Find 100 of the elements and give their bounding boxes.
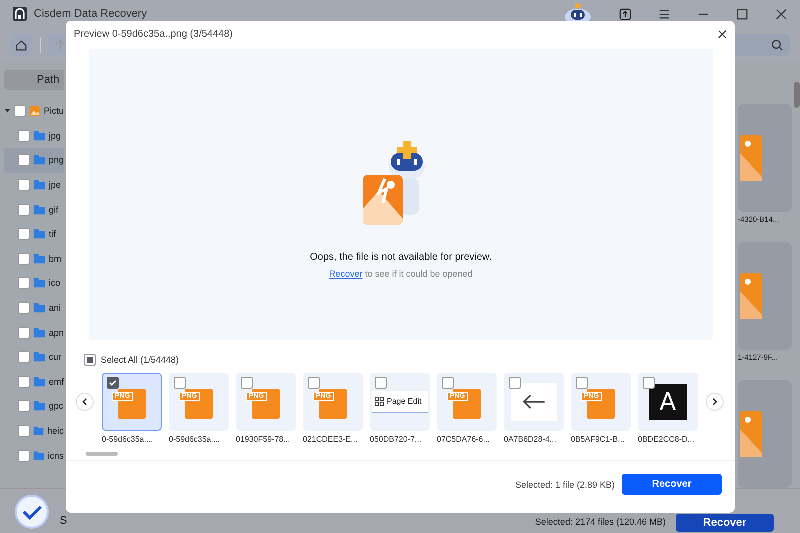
file-card[interactable] xyxy=(738,242,792,350)
image-file-icon xyxy=(740,273,762,319)
chevron-right-icon xyxy=(711,398,719,406)
chevron-left-icon xyxy=(81,398,89,406)
folder-label: icns xyxy=(48,450,64,461)
checkbox[interactable] xyxy=(375,377,387,389)
recover-link[interactable]: Recover xyxy=(329,269,363,279)
folder-row[interactable]: ico xyxy=(4,271,64,296)
letter-image-preview: A xyxy=(649,384,687,420)
folder-icon xyxy=(33,228,46,240)
checkbox[interactable] xyxy=(18,450,30,462)
folder-row[interactable]: apn xyxy=(4,320,64,345)
checkbox[interactable] xyxy=(174,377,186,389)
folder-label[interactable]: Pictu xyxy=(44,106,64,116)
upload-icon[interactable] xyxy=(619,8,632,20)
home-button[interactable] xyxy=(10,34,32,56)
folder-label: bm xyxy=(49,254,62,264)
check-circle-icon xyxy=(14,494,50,530)
checkbox[interactable] xyxy=(107,377,119,389)
maximize-icon[interactable] xyxy=(736,8,749,20)
folder-icon xyxy=(33,425,44,438)
search-icon xyxy=(771,38,784,52)
folder-label: png xyxy=(48,155,64,166)
checkbox[interactable] xyxy=(18,400,30,412)
checkbox[interactable] xyxy=(442,377,454,389)
hint-text: to see if it could be opened xyxy=(364,269,473,279)
selection-summary: Selected: 1 file (2.89 KB) xyxy=(515,480,615,490)
folder-label: tif xyxy=(49,229,56,240)
folder-icon xyxy=(33,179,46,192)
menu-icon[interactable] xyxy=(658,8,671,20)
checkbox[interactable] xyxy=(509,377,521,389)
folder-label: ani xyxy=(49,303,62,314)
expand-caret-icon[interactable] xyxy=(4,107,12,116)
scrollbar-thumb[interactable] xyxy=(86,452,118,456)
checkbox[interactable] xyxy=(308,377,320,389)
picture-folder-icon xyxy=(29,105,41,118)
file-name: 0B5AF9C1-B... xyxy=(571,435,626,444)
checkbox[interactable] xyxy=(576,377,588,389)
select-all-label[interactable]: Select All (1/54448) xyxy=(101,355,180,365)
folder-row[interactable]: gpc xyxy=(4,394,64,419)
checkbox[interactable] xyxy=(18,130,30,142)
folder-icon xyxy=(33,130,46,142)
checkbox[interactable] xyxy=(18,376,30,388)
checkbox[interactable] xyxy=(18,252,30,265)
file-card[interactable] xyxy=(738,104,792,212)
status-text: S xyxy=(60,515,68,527)
folder-row[interactable]: png xyxy=(4,148,64,173)
file-name: 0A7B6D28-4... xyxy=(504,435,558,444)
folder-icon xyxy=(33,400,46,412)
checkbox[interactable] xyxy=(18,302,30,314)
folder-row[interactable]: bm xyxy=(4,246,64,272)
file-card[interactable] xyxy=(738,380,792,488)
checkbox[interactable] xyxy=(18,154,30,166)
folder-row[interactable]: ani xyxy=(4,296,64,320)
checkbox[interactable] xyxy=(18,277,30,290)
folder-row[interactable]: heic xyxy=(4,418,64,444)
error-message: Oops, the file is not available for preview. xyxy=(310,252,492,263)
path-tab[interactable]: Path xyxy=(4,70,64,90)
scrollbar-thumb[interactable] xyxy=(794,82,800,108)
thumbnail-card[interactable]: A xyxy=(638,373,698,431)
checkbox[interactable] xyxy=(643,377,655,389)
folder-row[interactable]: gif xyxy=(4,197,64,222)
next-button[interactable] xyxy=(706,393,724,411)
folder-icon xyxy=(33,204,46,216)
checkbox[interactable] xyxy=(18,204,30,216)
folder-row[interactable]: tif xyxy=(4,222,64,247)
recover-button[interactable]: Recover xyxy=(622,474,722,495)
checkbox[interactable] xyxy=(18,425,30,438)
selection-summary: Selected: 2174 files (120.46 MB) xyxy=(535,517,666,527)
image-file-icon xyxy=(740,411,762,457)
left-arrow-icon xyxy=(521,393,547,411)
file-name: 07C5DA76-6... xyxy=(437,435,491,444)
folder-label: jpe xyxy=(49,180,62,190)
previous-button[interactable] xyxy=(76,393,94,411)
folder-icon xyxy=(33,351,46,364)
file-name: 021CDEE3-E... xyxy=(303,435,359,444)
folder-row[interactable]: jpg xyxy=(4,124,64,148)
folder-row[interactable]: icns xyxy=(4,443,64,468)
close-icon[interactable] xyxy=(718,30,727,38)
checkbox[interactable] xyxy=(18,326,30,339)
checkbox[interactable] xyxy=(14,105,26,118)
checkbox[interactable] xyxy=(18,228,30,240)
folder-icon xyxy=(33,252,46,265)
file-name: 0-59d6c35a.... xyxy=(102,435,154,444)
folder-row[interactable]: jpe xyxy=(4,172,64,198)
image-file-icon xyxy=(740,135,762,181)
recover-button[interactable]: Recover xyxy=(676,514,774,532)
select-all-checkbox[interactable] xyxy=(84,354,96,366)
thumbnail-card[interactable]: Page Edit xyxy=(370,373,430,431)
checkbox[interactable] xyxy=(18,179,30,192)
thumbnail-card[interactable] xyxy=(504,373,564,431)
close-icon[interactable] xyxy=(775,8,788,20)
dialog-title: Preview 0-59d6c35a..png (3/54448) xyxy=(74,28,233,40)
folder-icon xyxy=(33,450,45,462)
checkbox[interactable] xyxy=(18,351,30,364)
checkbox[interactable] xyxy=(241,377,253,389)
file-name: 050DB720-7... xyxy=(370,435,423,444)
folder-row[interactable]: cur xyxy=(4,344,64,370)
folder-row[interactable]: emf xyxy=(4,370,64,394)
folder-icon xyxy=(33,302,46,314)
